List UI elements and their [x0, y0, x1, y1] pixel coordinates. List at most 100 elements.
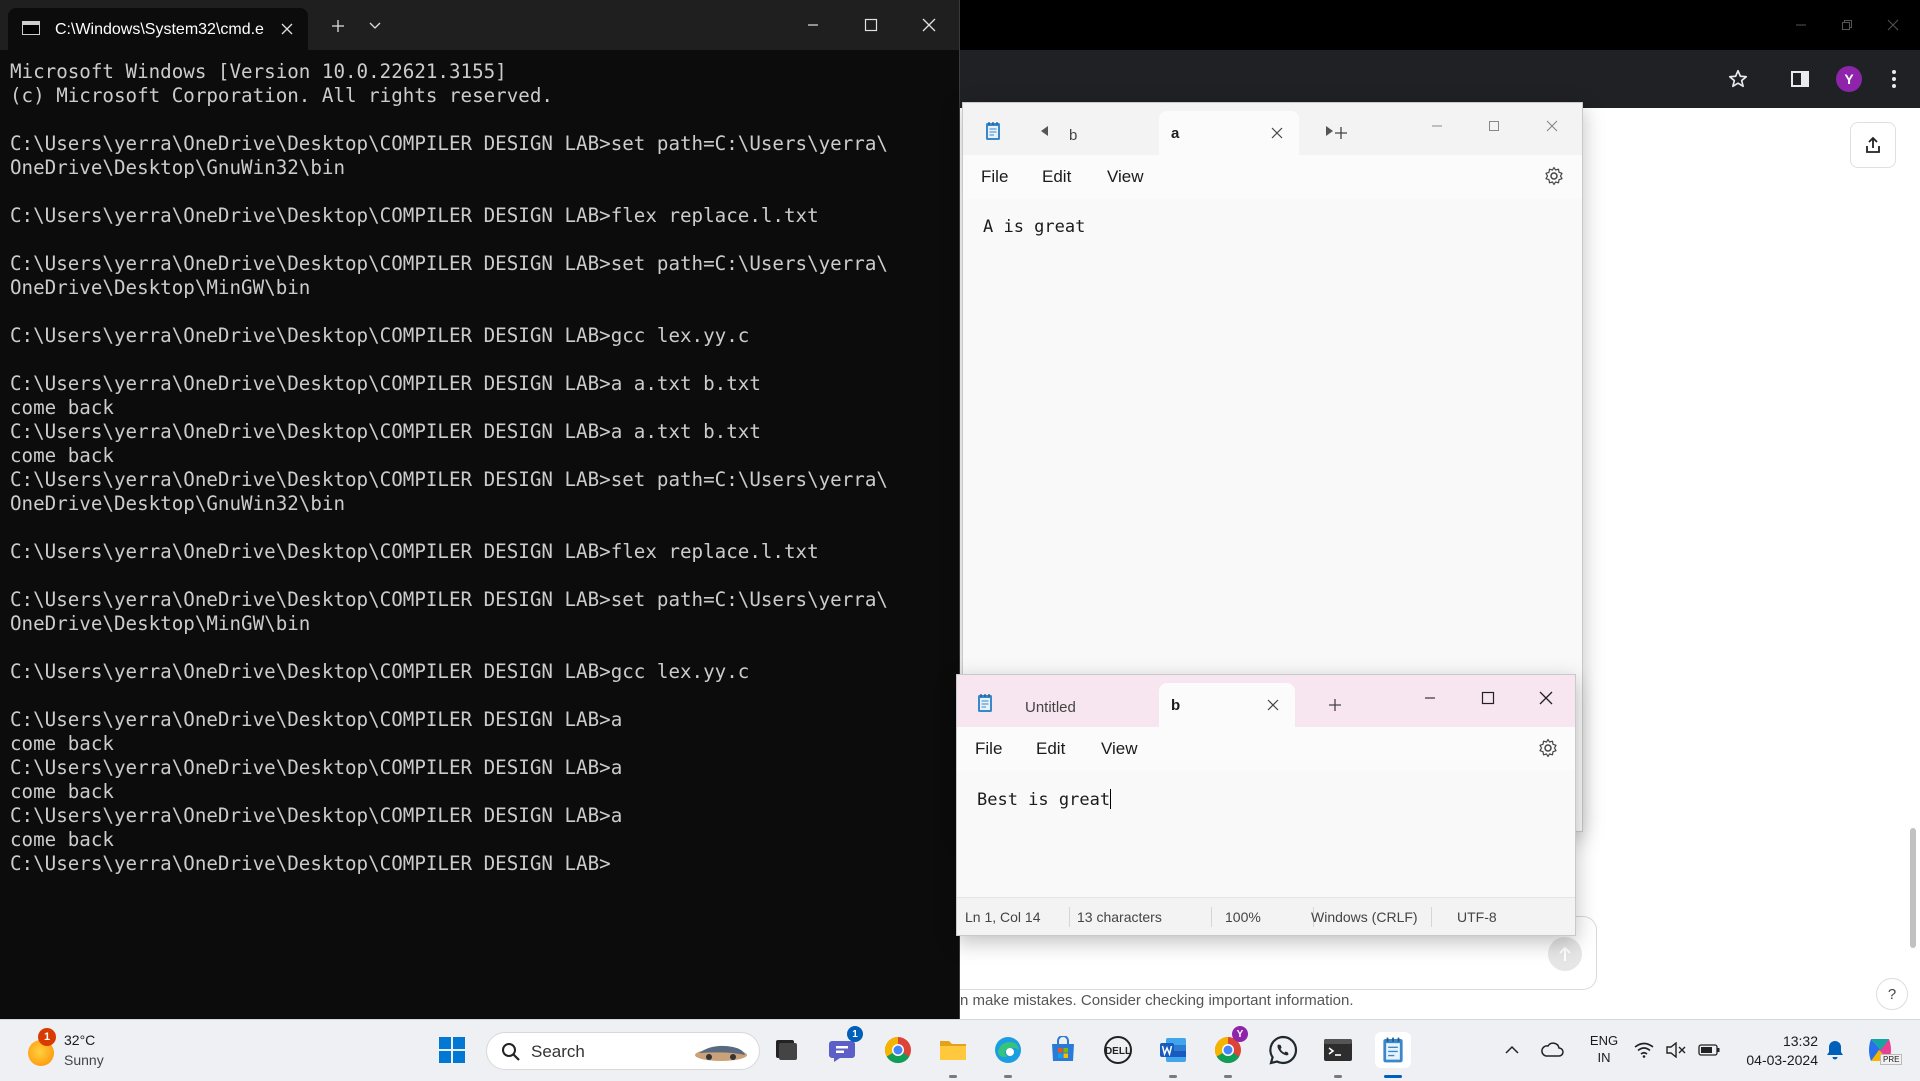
- notepad-a-tab-b[interactable]: b: [1069, 117, 1077, 153]
- notepad-b-text-area[interactable]: Best is great: [977, 789, 1112, 810]
- notepad-a-text-area[interactable]: A is great: [983, 217, 1085, 237]
- teams-chat-button[interactable]: 1: [825, 1026, 863, 1068]
- notepad-a-new-tab-button[interactable]: [1333, 125, 1349, 141]
- menu-file[interactable]: File: [981, 167, 1008, 187]
- notepad-b-tab-b[interactable]: b: [1159, 683, 1295, 727]
- profile-avatar[interactable]: Y: [1836, 66, 1862, 92]
- notifications-bell-icon[interactable]: [1822, 1032, 1848, 1068]
- dell-logo-icon: DELL: [1104, 1036, 1132, 1064]
- volume-muted-icon[interactable]: [1664, 1032, 1688, 1068]
- weather-widget[interactable]: 1 32°C Sunny: [20, 1028, 160, 1072]
- tab-scroll-left-icon[interactable]: [1039, 125, 1051, 137]
- start-button[interactable]: [434, 1032, 470, 1068]
- notepad-b-maximize-button[interactable]: [1465, 681, 1511, 715]
- cmd-tab[interactable]: C:\Windows\System32\cmd.e: [8, 8, 308, 50]
- dell-button[interactable]: DELL: [1100, 1032, 1136, 1068]
- bookmark-star-icon[interactable]: [1726, 67, 1750, 91]
- cmd-maximize-button[interactable]: [848, 8, 894, 42]
- notepad-a-maximize-button[interactable]: [1471, 109, 1517, 143]
- cmd-console-output[interactable]: Microsoft Windows [Version 10.0.22621.31…: [10, 60, 950, 960]
- status-character-count: 13 characters: [1077, 909, 1162, 925]
- onedrive-button[interactable]: [1536, 1032, 1568, 1068]
- search-placeholder: Search: [531, 1042, 585, 1061]
- running-indicator: [1169, 1075, 1177, 1078]
- cmd-tab-close-button[interactable]: [278, 20, 296, 38]
- tab-close-button[interactable]: [1265, 697, 1281, 713]
- copilot-button[interactable]: PRE: [1860, 1032, 1903, 1068]
- notepad-b-titlebar[interactable]: Untitled b: [957, 675, 1575, 727]
- whatsapp-button[interactable]: [1265, 1032, 1301, 1068]
- help-button[interactable]: ?: [1876, 978, 1908, 1010]
- share-button[interactable]: [1850, 122, 1896, 168]
- notepad-taskbar-button[interactable]: [1375, 1032, 1411, 1068]
- chevron-down-icon: [369, 22, 381, 29]
- browser-scrollbar[interactable]: [1910, 828, 1916, 948]
- word-button[interactable]: [1155, 1032, 1191, 1068]
- cmd-close-button[interactable]: [906, 8, 952, 42]
- settings-gear-icon[interactable]: [1543, 165, 1565, 187]
- chrome-button[interactable]: [880, 1032, 916, 1068]
- status-encoding[interactable]: UTF-8: [1457, 909, 1497, 925]
- notepad-b-minimize-button[interactable]: [1407, 681, 1453, 715]
- notepad-a-close-button[interactable]: [1529, 109, 1575, 143]
- minimize-icon: [808, 24, 818, 26]
- microsoft-store-button[interactable]: [1045, 1032, 1081, 1068]
- file-explorer-button[interactable]: [935, 1032, 971, 1068]
- text-caret: [1110, 789, 1112, 809]
- notepad-a-minimize-button[interactable]: [1414, 109, 1460, 143]
- edge-button[interactable]: [990, 1032, 1026, 1068]
- menu-file[interactable]: File: [975, 739, 1002, 759]
- notepad-b-tab-untitled[interactable]: Untitled: [1025, 689, 1076, 725]
- clock-date: 04-03-2024: [1746, 1052, 1818, 1068]
- share-icon: [1866, 136, 1880, 153]
- browser-close-button[interactable]: [1870, 10, 1916, 40]
- search-highlight-art-icon: [695, 1045, 747, 1061]
- send-button[interactable]: [1548, 937, 1582, 971]
- menu-view[interactable]: View: [1107, 167, 1144, 187]
- notepad-b-new-tab-button[interactable]: [1327, 697, 1343, 713]
- cmd-titlebar[interactable]: C:\Windows\System32\cmd.e: [0, 0, 959, 50]
- cmd-minimize-button[interactable]: [790, 8, 836, 42]
- wifi-icon[interactable]: [1632, 1032, 1656, 1068]
- cmd-dropdown-button[interactable]: [366, 17, 384, 35]
- svg-text:DELL: DELL: [1105, 1046, 1131, 1057]
- tab-close-button[interactable]: [1269, 125, 1285, 141]
- close-icon: [1546, 120, 1558, 132]
- menu-kebab-icon[interactable]: [1882, 67, 1906, 91]
- notepad-icon: [986, 122, 1000, 140]
- notepad-a-tab-a[interactable]: a: [1159, 111, 1299, 155]
- status-separator: [1431, 907, 1432, 927]
- cloud-icon: [1541, 1042, 1564, 1057]
- cmd-tab-title: C:\Windows\System32\cmd.e: [55, 21, 264, 38]
- notepad-a-titlebar[interactable]: b a: [963, 103, 1582, 155]
- system-clock[interactable]: 13:32 04-03-2024: [1734, 1032, 1818, 1070]
- language-code: ENG: [1589, 1033, 1619, 1048]
- menu-view[interactable]: View: [1101, 739, 1138, 759]
- task-view-button[interactable]: [768, 1032, 804, 1068]
- active-indicator: [1384, 1075, 1402, 1078]
- menu-edit[interactable]: Edit: [1042, 167, 1071, 187]
- browser-minimize-button[interactable]: [1778, 10, 1824, 40]
- language-indicator[interactable]: ENG IN: [1586, 1032, 1622, 1066]
- side-panel-icon[interactable]: [1788, 67, 1812, 91]
- browser-titlebar: [960, 0, 1920, 50]
- cmd-new-tab-button[interactable]: [328, 16, 348, 36]
- notepad-b-close-button[interactable]: [1523, 681, 1569, 715]
- show-hidden-icons-button[interactable]: [1494, 1032, 1530, 1068]
- settings-gear-icon[interactable]: [1537, 737, 1559, 759]
- notepad-icon: [978, 694, 992, 712]
- running-indicator: [1334, 1075, 1342, 1078]
- browser-restore-button[interactable]: [1824, 10, 1870, 40]
- status-zoom[interactable]: 100%: [1225, 909, 1261, 925]
- status-line-ending[interactable]: Windows (CRLF): [1311, 909, 1418, 925]
- terminal-button[interactable]: [1320, 1032, 1356, 1068]
- taskbar-search-box[interactable]: Search: [486, 1032, 760, 1070]
- menu-edit[interactable]: Edit: [1036, 739, 1065, 759]
- maximize-icon: [864, 18, 878, 32]
- chrome-profile-button[interactable]: Y: [1210, 1026, 1248, 1068]
- notepad-b-menubar: File Edit View: [957, 727, 1575, 771]
- battery-icon[interactable]: [1696, 1032, 1722, 1068]
- browser-toolbar: Y: [960, 50, 1920, 108]
- edge-icon: [995, 1037, 1021, 1063]
- chrome-profile-badge: Y: [1232, 1026, 1248, 1042]
